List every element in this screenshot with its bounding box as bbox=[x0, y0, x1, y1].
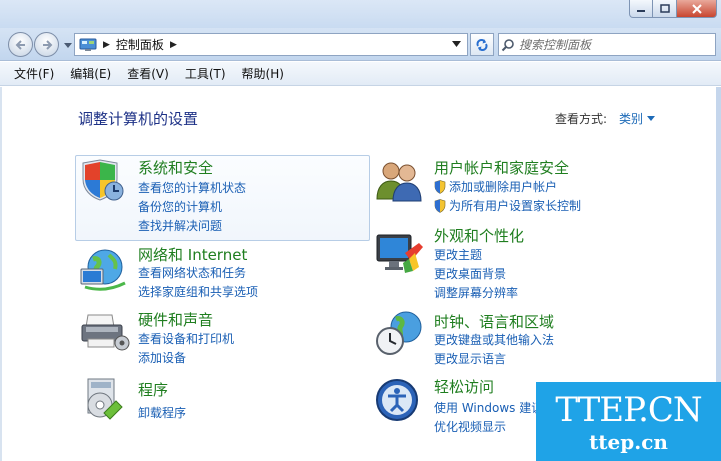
category-title-programs[interactable]: 程序 bbox=[138, 379, 168, 400]
menu-view[interactable]: 查看(V) bbox=[119, 62, 177, 85]
clock-globe-icon bbox=[376, 311, 422, 355]
address-toolbar: ▶ 控制面板 ▶ bbox=[0, 28, 721, 61]
search-input[interactable] bbox=[519, 34, 714, 55]
programs-icon bbox=[87, 378, 123, 420]
link-devices-printers[interactable]: 查看设备和打印机 bbox=[138, 330, 234, 347]
title-bar bbox=[0, 0, 721, 28]
back-arrow-icon bbox=[15, 39, 25, 50]
refresh-button[interactable] bbox=[470, 33, 494, 56]
link-parental-controls[interactable]: 为所有用户设置家长控制 bbox=[434, 197, 581, 214]
link-view-computer-status[interactable]: 查看您的计算机状态 bbox=[138, 179, 246, 196]
uac-shield-icon bbox=[434, 179, 446, 194]
link-display-language[interactable]: 更改显示语言 bbox=[434, 350, 506, 367]
printer-hardware-icon bbox=[81, 314, 130, 351]
view-by-label: 查看方式: bbox=[555, 112, 608, 126]
link-uninstall-program[interactable]: 卸载程序 bbox=[138, 404, 186, 421]
breadcrumb-control-panel[interactable]: 控制面板 bbox=[116, 36, 164, 53]
close-button[interactable] bbox=[677, 0, 717, 18]
category-title-ease-of-access[interactable]: 轻松访问 bbox=[434, 376, 494, 397]
menu-edit[interactable]: 编辑(E) bbox=[62, 62, 119, 85]
menu-file[interactable]: 文件(F) bbox=[6, 62, 62, 85]
recent-pages-button[interactable] bbox=[63, 41, 73, 49]
minimize-icon bbox=[637, 9, 645, 12]
breadcrumb-arrow-icon[interactable]: ▶ bbox=[103, 40, 110, 50]
link-text: 为所有用户设置家长控制 bbox=[449, 199, 582, 213]
category-title-user-accounts[interactable]: 用户帐户和家庭安全 bbox=[434, 157, 569, 178]
address-bar[interactable]: ▶ 控制面板 ▶ bbox=[74, 33, 468, 56]
link-windows-suggestions[interactable]: 使用 Windows 建议 bbox=[434, 399, 543, 416]
control-panel-icon bbox=[79, 38, 97, 51]
view-by-dropdown[interactable]: 类别 bbox=[619, 110, 656, 127]
forward-button[interactable] bbox=[34, 32, 59, 57]
page-title: 调整计算机的设置 bbox=[78, 110, 199, 128]
link-optimize-display[interactable]: 优化视频显示 bbox=[434, 418, 506, 435]
link-desktop-background[interactable]: 更改桌面背景 bbox=[434, 265, 506, 282]
maximize-icon bbox=[659, 4, 670, 13]
refresh-icon bbox=[476, 38, 488, 51]
menu-bar: 文件(F) 编辑(E) 查看(V) 工具(T) 帮助(H) bbox=[0, 62, 721, 86]
link-change-theme[interactable]: 更改主题 bbox=[434, 246, 482, 263]
watermark-sub-text: ttep.cn bbox=[589, 430, 668, 454]
link-homegroup-sharing[interactable]: 选择家庭组和共享选项 bbox=[138, 283, 258, 300]
menu-tools[interactable]: 工具(T) bbox=[177, 62, 234, 85]
close-icon bbox=[691, 3, 702, 14]
link-screen-resolution[interactable]: 调整屏幕分辨率 bbox=[434, 284, 518, 301]
link-add-remove-accounts[interactable]: 添加或删除用户帐户 bbox=[434, 178, 557, 195]
link-text: 添加或删除用户帐户 bbox=[449, 180, 558, 194]
ease-of-access-icon bbox=[376, 379, 418, 421]
category-title-hardware[interactable]: 硬件和声音 bbox=[138, 309, 213, 330]
shield-security-icon bbox=[82, 159, 124, 201]
breadcrumb-arrow-icon[interactable]: ▶ bbox=[170, 40, 177, 50]
category-title-appearance[interactable]: 外观和个性化 bbox=[434, 225, 524, 246]
forward-arrow-icon bbox=[42, 39, 52, 50]
watermark-main-text: TTEP.CN bbox=[555, 390, 702, 430]
minimize-button[interactable] bbox=[629, 0, 653, 18]
user-accounts-icon bbox=[376, 162, 422, 202]
chevron-down-icon bbox=[647, 116, 656, 121]
link-network-status[interactable]: 查看网络状态和任务 bbox=[138, 264, 246, 281]
appearance-monitor-icon bbox=[376, 234, 423, 273]
menu-help[interactable]: 帮助(H) bbox=[234, 62, 292, 85]
maximize-button[interactable] bbox=[653, 0, 677, 18]
window-controls bbox=[629, 0, 717, 18]
window-left-border bbox=[0, 87, 2, 461]
search-box[interactable] bbox=[498, 33, 716, 56]
category-title-system-security[interactable]: 系统和安全 bbox=[138, 157, 213, 178]
uac-shield-icon bbox=[434, 198, 446, 213]
watermark: TTEP.CN ttep.cn bbox=[536, 382, 721, 461]
back-button[interactable] bbox=[8, 32, 33, 57]
address-dropdown-icon[interactable] bbox=[452, 41, 461, 47]
link-backup-computer[interactable]: 备份您的计算机 bbox=[138, 198, 222, 215]
search-icon bbox=[501, 38, 514, 51]
category-title-clock-region[interactable]: 时钟、语言和区域 bbox=[434, 311, 554, 332]
network-globe-icon bbox=[80, 249, 126, 291]
view-by-value: 类别 bbox=[619, 112, 644, 126]
link-troubleshoot[interactable]: 查找并解决问题 bbox=[138, 217, 222, 234]
link-add-device[interactable]: 添加设备 bbox=[138, 349, 186, 366]
category-title-network[interactable]: 网络和 Internet bbox=[138, 244, 247, 265]
link-change-input-method[interactable]: 更改键盘或其他输入法 bbox=[434, 331, 554, 348]
chevron-down-icon bbox=[64, 42, 72, 48]
